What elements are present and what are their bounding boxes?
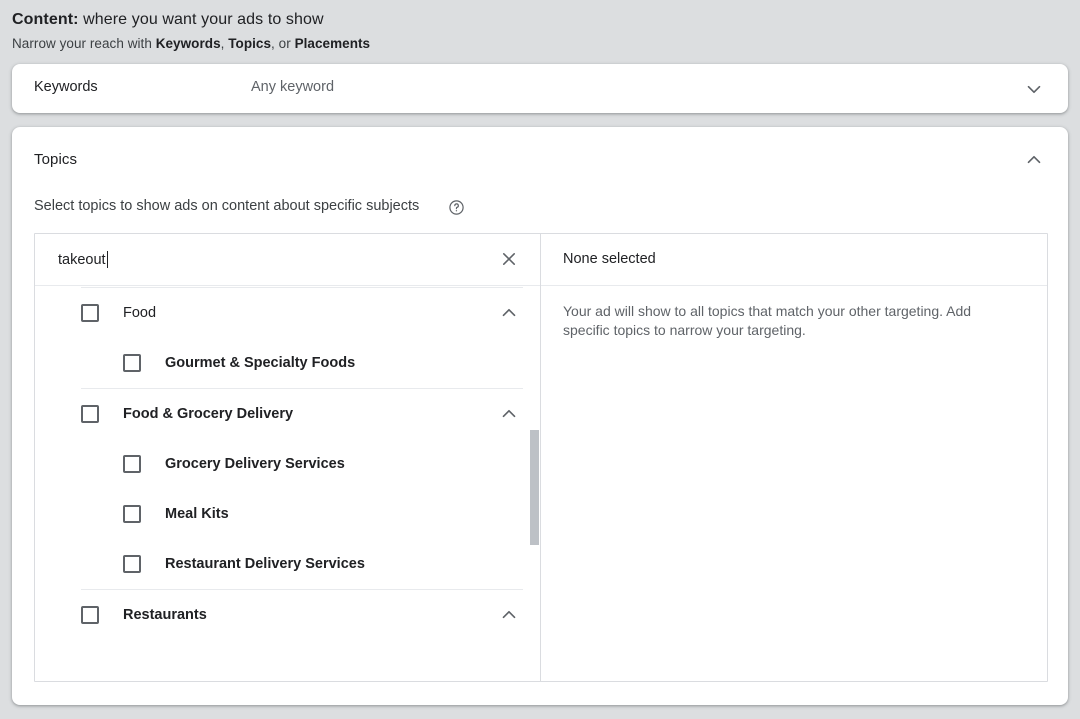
page-title: Content: where you want your ads to show: [12, 11, 324, 29]
chevron-up-icon[interactable]: [1023, 149, 1045, 171]
subtitle-topics: Topics: [228, 36, 272, 51]
checkbox[interactable]: [123, 555, 141, 573]
checkbox[interactable]: [123, 505, 141, 523]
tree-parent-row[interactable]: Food & Grocery Delivery: [35, 389, 540, 439]
selection-description: Your ad will show to all topics that mat…: [563, 303, 972, 338]
subtitle-sep-2: , or: [271, 36, 295, 51]
topics-tree-scrollbar[interactable]: [529, 287, 539, 681]
page-title-rest: where you want your ads to show: [78, 11, 324, 28]
tree-parent-label: Food & Grocery Delivery: [123, 406, 294, 422]
tree-parent-row[interactable]: Restaurants: [35, 590, 540, 640]
checkbox[interactable]: [81, 304, 99, 322]
tree-group: Food Gourmet & Specialty Foods: [35, 288, 540, 388]
subtitle-keywords: Keywords: [155, 36, 221, 51]
tree-child-label: Meal Kits: [165, 506, 229, 522]
tree-group: Food & Grocery Delivery Grocery Delivery …: [35, 389, 540, 589]
chevron-up-icon[interactable]: [498, 302, 520, 324]
text-caret: [106, 251, 108, 268]
subtitle-prefix: Narrow your reach with: [12, 36, 156, 51]
tree-child-label: Grocery Delivery Services: [165, 456, 345, 472]
keywords-card[interactable]: Keywords Any keyword: [12, 64, 1068, 113]
topics-title: Topics: [34, 151, 78, 168]
topics-selection-pane: None selected Your ad will show to all t…: [541, 234, 1047, 681]
tree-child-label: Gourmet & Specialty Foods: [165, 355, 356, 371]
checkbox[interactable]: [81, 405, 99, 423]
tree-child-row[interactable]: Gourmet & Specialty Foods: [35, 338, 540, 388]
section-header: Content: where you want your ads to show…: [0, 0, 1080, 58]
keywords-value: Any keyword: [251, 79, 335, 95]
page-title-strong: Content:: [12, 11, 79, 28]
topics-card: Topics Select topics to show ads on cont…: [12, 127, 1068, 705]
chevron-up-icon[interactable]: [498, 604, 520, 626]
topics-selector: takeout Food Gourmet & Specialty Foods Foo…: [34, 233, 1048, 682]
content-targeting-screen: Content: where you want your ads to show…: [0, 0, 1080, 719]
tree-child-row[interactable]: Restaurant Delivery Services: [35, 539, 540, 589]
tree-child-row[interactable]: Meal Kits: [35, 489, 540, 539]
keywords-label: Keywords: [34, 79, 98, 95]
tree-child-row[interactable]: Grocery Delivery Services: [35, 439, 540, 489]
subtitle-placements: Placements: [294, 36, 371, 51]
tree-parent-label: Restaurants: [123, 607, 207, 623]
topics-tree[interactable]: Food Gourmet & Specialty Foods Food & Groc…: [35, 287, 540, 681]
tree-child-label: Restaurant Delivery Services: [165, 556, 365, 572]
help-circle-icon[interactable]: [448, 199, 465, 216]
chevron-up-icon[interactable]: [498, 403, 520, 425]
tree-parent-label: Food: [123, 305, 157, 321]
tree-group: Restaurants: [35, 590, 540, 640]
tree-parent-row[interactable]: Food: [35, 288, 540, 338]
search-input-value: takeout: [58, 251, 106, 268]
page-subtitle: Narrow your reach with Keywords, Topics,…: [12, 36, 370, 51]
chevron-down-icon[interactable]: [1023, 78, 1045, 100]
close-icon[interactable]: [498, 248, 520, 270]
scrollbar-thumb[interactable]: [530, 430, 539, 545]
checkbox[interactable]: [81, 606, 99, 624]
selection-header: None selected: [541, 234, 1047, 286]
search-input[interactable]: takeout: [58, 251, 108, 268]
selection-heading: None selected: [563, 251, 656, 267]
topics-browse-pane: takeout Food Gourmet & Specialty Foods Foo…: [35, 234, 541, 681]
topics-description: Select topics to show ads on content abo…: [34, 198, 420, 214]
topics-search-row[interactable]: takeout: [35, 234, 540, 286]
checkbox[interactable]: [123, 455, 141, 473]
checkbox[interactable]: [123, 354, 141, 372]
